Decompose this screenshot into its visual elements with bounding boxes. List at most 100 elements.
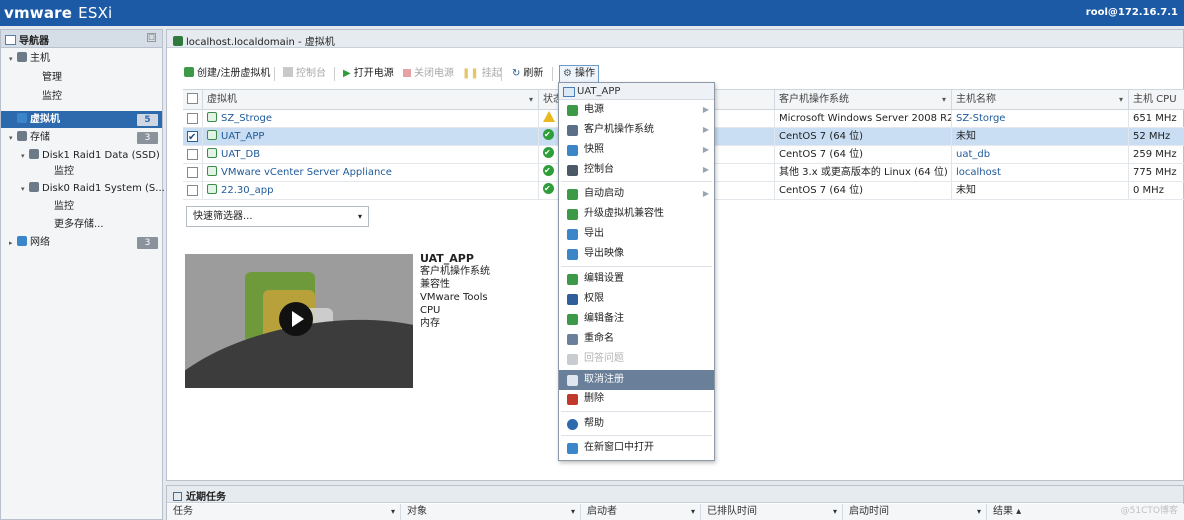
vm-host-name-cell: uat_db xyxy=(952,146,1129,163)
play-icon[interactable] xyxy=(279,302,313,336)
toolbar-divider xyxy=(274,67,275,81)
actions-button[interactable]: ⚙ 操作 xyxy=(559,65,599,83)
vm-host-name[interactable]: uat_db xyxy=(956,149,990,160)
chevron-down-icon[interactable]: ▾ xyxy=(21,181,29,198)
nav-item-item-9[interactable]: 更多存储... xyxy=(1,216,162,233)
nav-item-label: 监控 xyxy=(54,201,74,212)
menu-item-power[interactable]: 电源 ▶ xyxy=(559,100,714,120)
quick-filter-select[interactable]: 快速筛选器... ▾ xyxy=(186,206,369,227)
nav-item-item-8[interactable]: 监控 xyxy=(1,198,162,215)
menu-item-unregister[interactable]: 取消注册 xyxy=(559,370,714,390)
disk-icon xyxy=(29,182,39,192)
vm-name-link[interactable]: UAT_DB xyxy=(221,149,260,160)
task-column-label: 启动时间 xyxy=(849,506,889,517)
row-checkbox[interactable] xyxy=(187,113,198,124)
menu-item-snapshots[interactable]: 快照 ▶ xyxy=(559,140,714,160)
console-button[interactable]: 控制台 xyxy=(283,66,326,82)
nav-item-item-6[interactable]: 监控 xyxy=(1,163,162,180)
vm-name-link[interactable]: SZ_Stroge xyxy=(221,113,272,124)
nav-item-vms[interactable]: 虚拟机 5 xyxy=(1,111,162,128)
suspend-button[interactable]: ❚❚ 挂起 xyxy=(462,66,502,82)
export-icon xyxy=(567,229,578,240)
menu-item-edit-settings[interactable]: 编辑设置 xyxy=(559,269,714,289)
vm-name-cell: VMware vCenter Server Appliance xyxy=(203,164,539,181)
nav-item-item-1[interactable]: 管理 xyxy=(1,69,162,86)
menu-item-open-new-window[interactable]: 在新窗口中打开 xyxy=(559,438,714,458)
vm-guest-os-cell: CentOS 7 (64 位) xyxy=(775,182,952,199)
menu-item-label: 重命名 xyxy=(584,333,614,344)
menu-item-label: 编辑设置 xyxy=(584,273,624,284)
chevron-down-icon[interactable]: ▾ xyxy=(9,130,17,147)
vm-details-title: UAT_APP xyxy=(420,252,474,265)
menu-item-autostart[interactable]: 自动启动 ▶ xyxy=(559,184,714,204)
collapse-navigator-button[interactable]: □ xyxy=(147,33,156,42)
vm-host-cpu-cell: 0 MHz xyxy=(1129,182,1184,199)
nav-item-item-5[interactable]: ▾ Disk1 Raid1 Data (SSD) xyxy=(1,147,162,164)
column-header-guest-os[interactable]: 客户机操作系统 ▾ xyxy=(775,90,952,109)
nav-item-item-2[interactable]: 监控 xyxy=(1,88,162,105)
toolbar-divider xyxy=(552,67,553,81)
menu-item-delete[interactable]: 删除 xyxy=(559,389,714,409)
user-menu[interactable]: rool@172.16.7.1 xyxy=(1086,7,1178,18)
recent-tasks-title: 近期任务 xyxy=(186,492,226,503)
nav-item-network[interactable]: ▸ 网络 3 xyxy=(1,234,162,251)
vm-name-link[interactable]: 22.30_app xyxy=(221,185,273,196)
column-header-host-name[interactable]: 主机名称 ▾ xyxy=(952,90,1129,109)
vm-icon xyxy=(207,184,217,194)
vm-icon xyxy=(17,113,27,123)
task-column-label: 已排队时间 xyxy=(707,506,757,517)
menu-item-guest-os[interactable]: 客户机操作系统 ▶ xyxy=(559,120,714,140)
menu-item-edit-notes[interactable]: 编辑备注 xyxy=(559,309,714,329)
nav-item-host[interactable]: ▾ 主机 xyxy=(1,50,162,67)
nav-item-label: 管理 xyxy=(42,72,62,83)
nav-item-storage[interactable]: ▾ 存储 3 xyxy=(1,129,162,146)
task-column-task[interactable]: 任务 ▾ xyxy=(167,504,401,520)
vm-name-link[interactable]: VMware vCenter Server Appliance xyxy=(221,167,392,178)
vm-host-name-cell: SZ-Storge xyxy=(952,110,1129,127)
menu-item-export[interactable]: 导出 xyxy=(559,224,714,244)
select-all-cell xyxy=(183,90,203,109)
recent-tasks-header: 近期任务 xyxy=(167,486,1183,503)
chevron-right-icon[interactable]: ▸ xyxy=(9,235,17,252)
nav-item-label: Disk0 Raid1 System (S... xyxy=(42,183,165,194)
vm-host-name[interactable]: localhost xyxy=(956,167,1001,178)
power-on-button[interactable]: ▶ 打开电源 xyxy=(343,66,394,82)
vm-host-name[interactable]: SZ-Storge xyxy=(956,113,1005,124)
select-all-checkbox[interactable] xyxy=(187,93,198,104)
menu-separator xyxy=(561,411,712,412)
vm-name-link[interactable]: UAT_APP xyxy=(221,131,264,142)
menu-item-console[interactable]: 控制台 ▶ xyxy=(559,160,714,180)
row-checkbox[interactable] xyxy=(187,149,198,160)
nav-item-label: 虚拟机 xyxy=(30,114,60,125)
recent-tasks-panel: 近期任务 任务 ▾ 对象 ▾ 启动者 ▾ 已排队时间 ▾ 启动时间 ▾ 结果 ▴ xyxy=(166,485,1184,520)
power-off-button[interactable]: 关闭电源 xyxy=(403,66,454,82)
refresh-button[interactable]: ↻ 刷新 xyxy=(512,66,543,82)
menu-item-label: 控制台 xyxy=(584,164,614,175)
detail-label-cpu: CPU xyxy=(420,305,441,316)
row-checkbox[interactable] xyxy=(187,185,198,196)
vm-console-thumbnail[interactable] xyxy=(185,254,413,388)
menu-item-rename[interactable]: 重命名 xyxy=(559,329,714,349)
menu-item-upgrade-compatibility[interactable]: 升级虚拟机兼容性 xyxy=(559,204,714,224)
navigator-icon xyxy=(5,35,16,45)
nav-item-item-7[interactable]: ▾ Disk0 Raid1 System (S... xyxy=(1,180,165,198)
chevron-down-icon[interactable]: ▾ xyxy=(9,51,17,68)
vm-host-name-cell: 未知 xyxy=(952,182,1129,199)
column-header-vm[interactable]: 虚拟机 ▾ xyxy=(203,90,539,109)
column-header-host-cpu[interactable]: 主机 CPU xyxy=(1129,90,1184,109)
menu-item-help[interactable]: 帮助 xyxy=(559,414,714,434)
snapshot-icon xyxy=(567,145,578,156)
task-column-queued-time[interactable]: 已排队时间 ▾ xyxy=(701,504,843,520)
menu-item-export-image[interactable]: 导出映像 xyxy=(559,244,714,264)
row-checkbox[interactable] xyxy=(187,167,198,178)
menu-item-label: 快照 xyxy=(584,144,604,155)
task-column-start-time[interactable]: 启动时间 ▾ xyxy=(843,504,987,520)
menu-item-permissions[interactable]: 权限 xyxy=(559,289,714,309)
row-checkbox[interactable] xyxy=(187,129,198,145)
create-register-vm-button[interactable]: 创建/注册虚拟机 xyxy=(184,66,270,82)
task-column-initiator[interactable]: 启动者 ▾ xyxy=(581,504,701,520)
chevron-down-icon: ▾ xyxy=(941,95,946,104)
task-column-object[interactable]: 对象 ▾ xyxy=(401,504,581,520)
